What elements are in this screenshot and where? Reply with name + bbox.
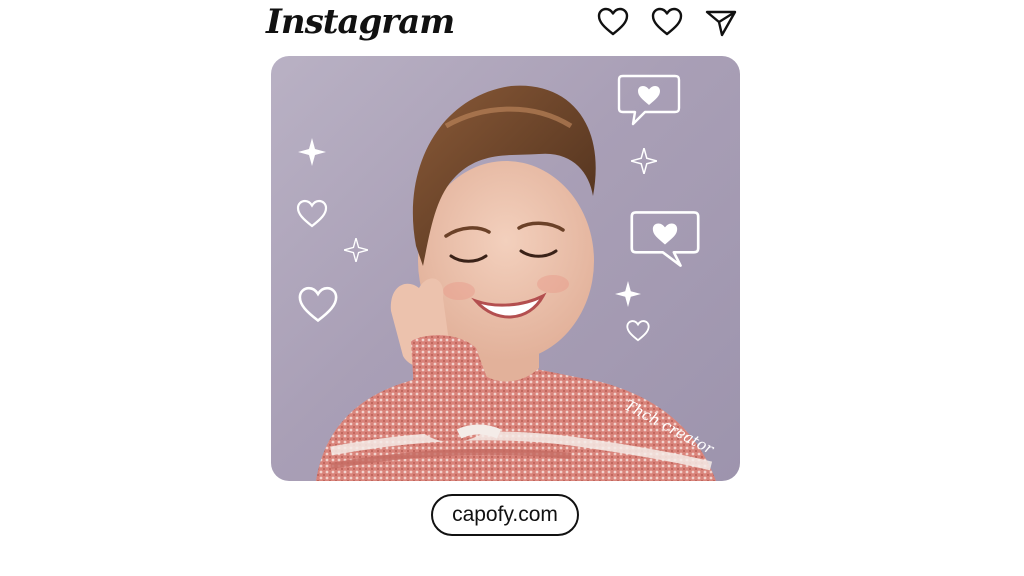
app-logo: Instagram	[266, 2, 455, 42]
heart-outline-icon	[296, 284, 340, 326]
sparkle-icon	[341, 235, 371, 265]
heart-outline-icon	[625, 318, 651, 344]
heart-speech-bubble-icon	[629, 208, 701, 270]
heart-icon[interactable]	[650, 6, 684, 38]
top-bar: Instagram	[266, 0, 740, 52]
sparkle-icon	[628, 145, 660, 177]
send-icon[interactable]	[704, 6, 738, 38]
sparkle-icon	[615, 281, 641, 307]
heart-outline-icon	[295, 198, 329, 230]
heart-speech-bubble-icon	[617, 72, 681, 128]
heart-icon[interactable]	[596, 6, 630, 38]
site-link-button[interactable]: capofy.com	[431, 494, 579, 536]
sparkle-icon	[298, 138, 326, 166]
